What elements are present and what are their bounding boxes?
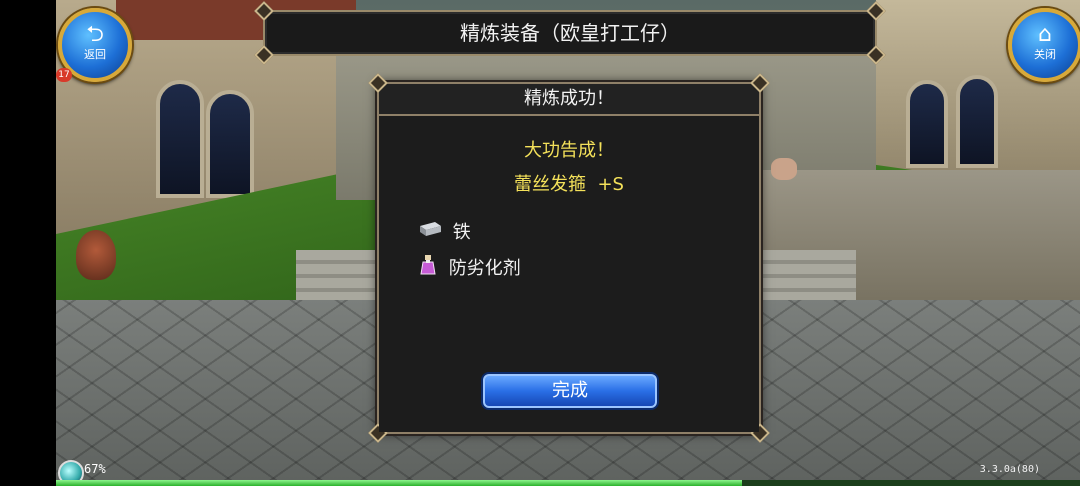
result-message: 大功告成！: [524, 140, 614, 161]
refine-result-dialog: 精炼成功！ 大功告成！ 蕾丝发箍 +S 铁 防劣化剂 完成: [368, 73, 770, 443]
material-name: 铁: [452, 222, 471, 243]
page-title-bar: 精炼装备（欧皇打工仔）: [254, 1, 886, 65]
progress-bar: [56, 480, 1080, 486]
dialog-title: 精炼成功！: [379, 84, 759, 116]
close-button-label: 关闭: [1034, 48, 1056, 61]
close-button[interactable]: ⌂ 关闭: [1008, 8, 1080, 82]
level-badge: 17: [56, 68, 72, 82]
refined-item-name: 蕾丝发箍 +S: [514, 174, 624, 195]
back-button-label: 返回: [84, 48, 106, 61]
version-label: 3.3.0a(80): [979, 464, 1040, 475]
creature-right: [771, 158, 797, 180]
iron-ingot-icon: [417, 220, 443, 246]
page-title: 精炼装备（欧皇打工仔）: [460, 21, 680, 45]
dialog-body: 大功告成！ 蕾丝发箍 +S 铁 防劣化剂 完成: [379, 116, 759, 432]
home-icon: ⌂: [1038, 22, 1052, 47]
done-button[interactable]: 完成: [483, 374, 657, 408]
potion-bottle-icon: [417, 254, 439, 284]
back-arrow-icon: ⮌: [86, 22, 104, 47]
left-window-2: [206, 90, 254, 198]
material-row-iron: 铁: [417, 220, 471, 246]
material-row-anti-decay: 防劣化剂: [417, 254, 521, 280]
creature-left: [76, 230, 116, 280]
right-window-2: [956, 75, 998, 168]
progress-bar-fill: [56, 480, 743, 486]
left-window-1: [156, 80, 204, 198]
right-window-1: [906, 80, 948, 168]
material-name: 防劣化剂: [448, 258, 521, 279]
status-percent: 67%: [84, 462, 106, 476]
